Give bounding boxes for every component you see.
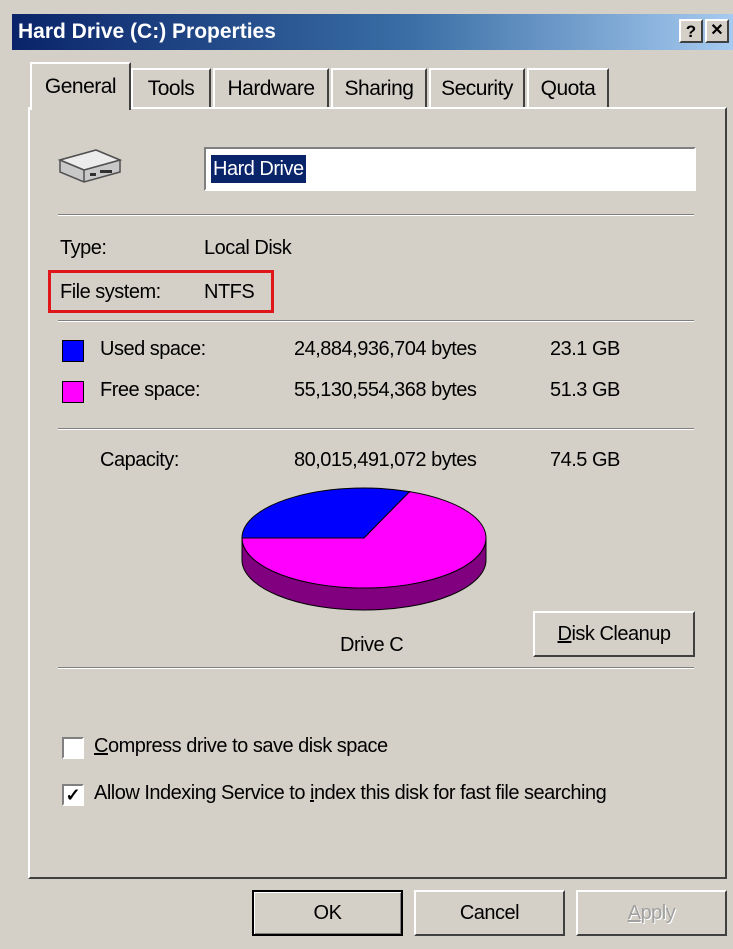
- compress-label[interactable]: Compress drive to save disk space: [94, 735, 388, 758]
- pie-chart-title: Drive C: [340, 634, 404, 656]
- free-space-swatch: [62, 381, 84, 403]
- tab-label: Security: [441, 77, 513, 100]
- ok-label: OK: [313, 901, 342, 924]
- tab-label: Hardware: [227, 77, 315, 100]
- drive-name-input[interactable]: Hard Drive: [204, 147, 696, 191]
- tab-general[interactable]: General: [30, 62, 131, 110]
- tab-label: Tools: [147, 77, 195, 100]
- title-bar: Hard Drive (C:) Properties ? ✕: [12, 14, 733, 50]
- divider: [58, 214, 694, 216]
- close-icon: ✕: [710, 22, 724, 39]
- free-space-gb: 51.3 GB: [550, 379, 620, 401]
- tab-sharing[interactable]: Sharing: [331, 68, 427, 108]
- close-button[interactable]: ✕: [705, 19, 729, 43]
- cancel-button[interactable]: Cancel: [414, 890, 565, 936]
- apply-label: Apply: [627, 901, 676, 924]
- used-space-gb: 23.1 GB: [550, 338, 620, 360]
- free-space-label: Free space:: [100, 379, 201, 401]
- divider: [58, 320, 694, 322]
- apply-button[interactable]: Apply: [576, 890, 727, 936]
- used-space-bytes: 24,884,936,704 bytes: [294, 338, 477, 360]
- capacity-gb: 74.5 GB: [550, 449, 620, 471]
- window-title: Hard Drive (C:) Properties: [18, 20, 276, 43]
- type-value: Local Disk: [204, 237, 292, 259]
- tab-quota[interactable]: Quota: [527, 68, 609, 108]
- drive-name-value: Hard Drive: [211, 155, 306, 183]
- free-space-bytes: 55,130,554,368 bytes: [294, 379, 477, 401]
- tab-security[interactable]: Security: [429, 68, 525, 108]
- tab-label: General: [44, 75, 117, 98]
- capacity-bytes: 80,015,491,072 bytes: [294, 449, 477, 471]
- properties-dialog: Hard Drive (C:) Properties ? ✕ General T…: [0, 0, 733, 949]
- disk-cleanup-button[interactable]: Disk Cleanup: [533, 611, 695, 657]
- capacity-label: Capacity:: [100, 449, 179, 471]
- used-space-swatch: [62, 340, 84, 362]
- hard-drive-icon: [57, 149, 123, 183]
- tab-hardware[interactable]: Hardware: [213, 68, 329, 108]
- help-button[interactable]: ?: [679, 19, 703, 43]
- divider: [58, 428, 694, 430]
- used-space-label: Used space:: [100, 338, 206, 360]
- disk-usage-pie-chart: [241, 487, 487, 611]
- type-label: Type:: [60, 237, 107, 259]
- cancel-label: Cancel: [459, 901, 520, 924]
- ok-button[interactable]: OK: [252, 890, 403, 936]
- tab-tools[interactable]: Tools: [131, 68, 211, 108]
- disk-cleanup-label: Disk Cleanup: [557, 622, 671, 645]
- tab-label: Sharing: [344, 77, 414, 100]
- highlight-box: [48, 270, 274, 313]
- compress-checkbox[interactable]: [62, 737, 84, 759]
- help-icon: ?: [685, 21, 697, 41]
- divider: [58, 667, 694, 669]
- indexing-checkbox[interactable]: ✓: [62, 784, 84, 806]
- indexing-label[interactable]: Allow Indexing Service to index this dis…: [94, 782, 607, 805]
- tab-label: Quota: [540, 77, 596, 100]
